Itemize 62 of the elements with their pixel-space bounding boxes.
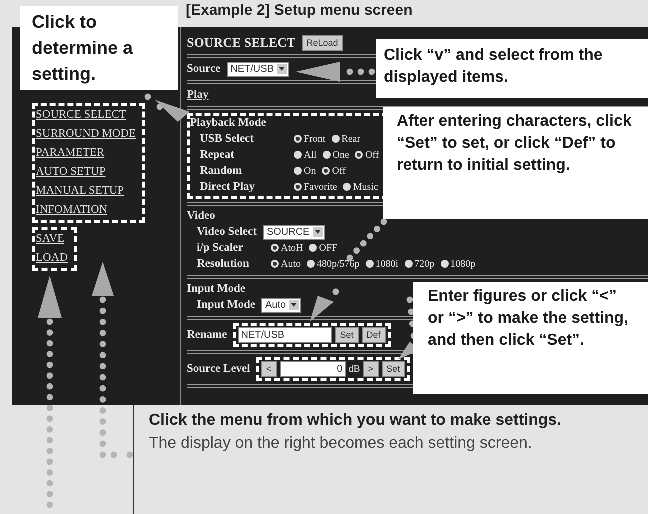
field-label: i/p Scaler: [197, 240, 244, 256]
radio-button[interactable]: AtoH: [271, 242, 304, 254]
dropdown-field[interactable]: NET/USB: [226, 62, 289, 76]
dropdown-field[interactable]: SOURCE: [262, 224, 325, 240]
field-label: Direct Play: [200, 180, 256, 194]
radio-button[interactable]: One: [322, 150, 350, 160]
field-label: USB Select: [200, 132, 255, 146]
radio-button[interactable]: Favorite: [294, 182, 338, 192]
field-label: Source Level: [187, 362, 250, 376]
field-label: Video Select: [197, 224, 257, 240]
group-title: Playback Mode: [190, 116, 266, 131]
section-title: SOURCE SELECT: [187, 35, 296, 51]
radio-button[interactable]: On: [294, 166, 316, 176]
radio-button[interactable]: Music: [343, 182, 378, 192]
menu-link[interactable]: AUTO SETUP: [36, 164, 106, 180]
radio-button[interactable]: Off: [322, 166, 346, 176]
unit-label: dB: [348, 364, 360, 374]
field-label: Random: [200, 164, 244, 178]
menu-link[interactable]: MANUAL SETUP: [36, 183, 124, 199]
reload-button[interactable]: ReLoad: [302, 35, 344, 51]
caret-icon: [277, 64, 287, 74]
group-title: Video: [187, 209, 216, 224]
radio-button[interactable]: All: [294, 150, 317, 160]
menu-link[interactable]: SURROUND MODE: [36, 126, 136, 142]
field-label: Input Mode: [197, 298, 256, 312]
caret-icon: [289, 300, 300, 310]
callout-note: Click to determine a setting.: [20, 6, 178, 90]
small-button[interactable]: Def: [362, 327, 386, 343]
radio-button[interactable]: Front: [294, 134, 326, 144]
field-label: Rename: [187, 328, 228, 342]
small-button[interactable]: Set: [335, 327, 359, 343]
radio-button[interactable]: 720p: [404, 258, 435, 270]
page-title: [Example 2] Setup menu screen: [186, 1, 413, 21]
caption-heading: Click the menu from which you want to make settings.: [149, 411, 563, 431]
caret-icon: [312, 227, 323, 237]
menu-link[interactable]: LOAD: [36, 250, 68, 266]
play-link[interactable]: Play: [187, 89, 209, 101]
dropdown-field[interactable]: Auto: [261, 298, 302, 312]
radio-button[interactable]: OFF: [309, 242, 338, 254]
field-label: Resolution: [197, 256, 250, 272]
menu-link[interactable]: SOURCE SELECT: [36, 107, 126, 123]
callout-note: Click “v” and select from the displayed items.: [376, 39, 648, 98]
menu-link[interactable]: SAVE: [36, 231, 65, 247]
radio-button[interactable]: Rear: [332, 134, 361, 144]
rename-field[interactable]: NET/USB: [238, 327, 332, 343]
field-label: Source: [187, 62, 221, 76]
callout-note: Enter figures or click “<” or “>” to make the setting, and then click “Set”.: [413, 282, 648, 394]
decrease-button[interactable]: <: [261, 361, 277, 377]
group-title: Input Mode: [187, 282, 246, 297]
radio-button[interactable]: 1080i: [366, 258, 399, 270]
radio-button[interactable]: Off: [355, 150, 380, 160]
set-button[interactable]: Set: [382, 361, 406, 377]
increase-button[interactable]: >: [363, 361, 379, 377]
radio-button[interactable]: 480p/576p: [307, 258, 360, 270]
caption-text: The display on the right becomes each setting screen.: [149, 434, 534, 454]
field-label: Repeat: [200, 148, 236, 162]
level-field[interactable]: 0: [280, 361, 346, 377]
menu-link[interactable]: INFOMATION: [36, 202, 108, 218]
callout-note: After entering characters, click “Set” to set, or click “Def” to return to initial setting.: [383, 107, 648, 219]
menu-link[interactable]: PARAMETER: [36, 145, 105, 161]
radio-button[interactable]: 1080p: [440, 258, 476, 270]
radio-button[interactable]: Auto: [271, 258, 301, 270]
